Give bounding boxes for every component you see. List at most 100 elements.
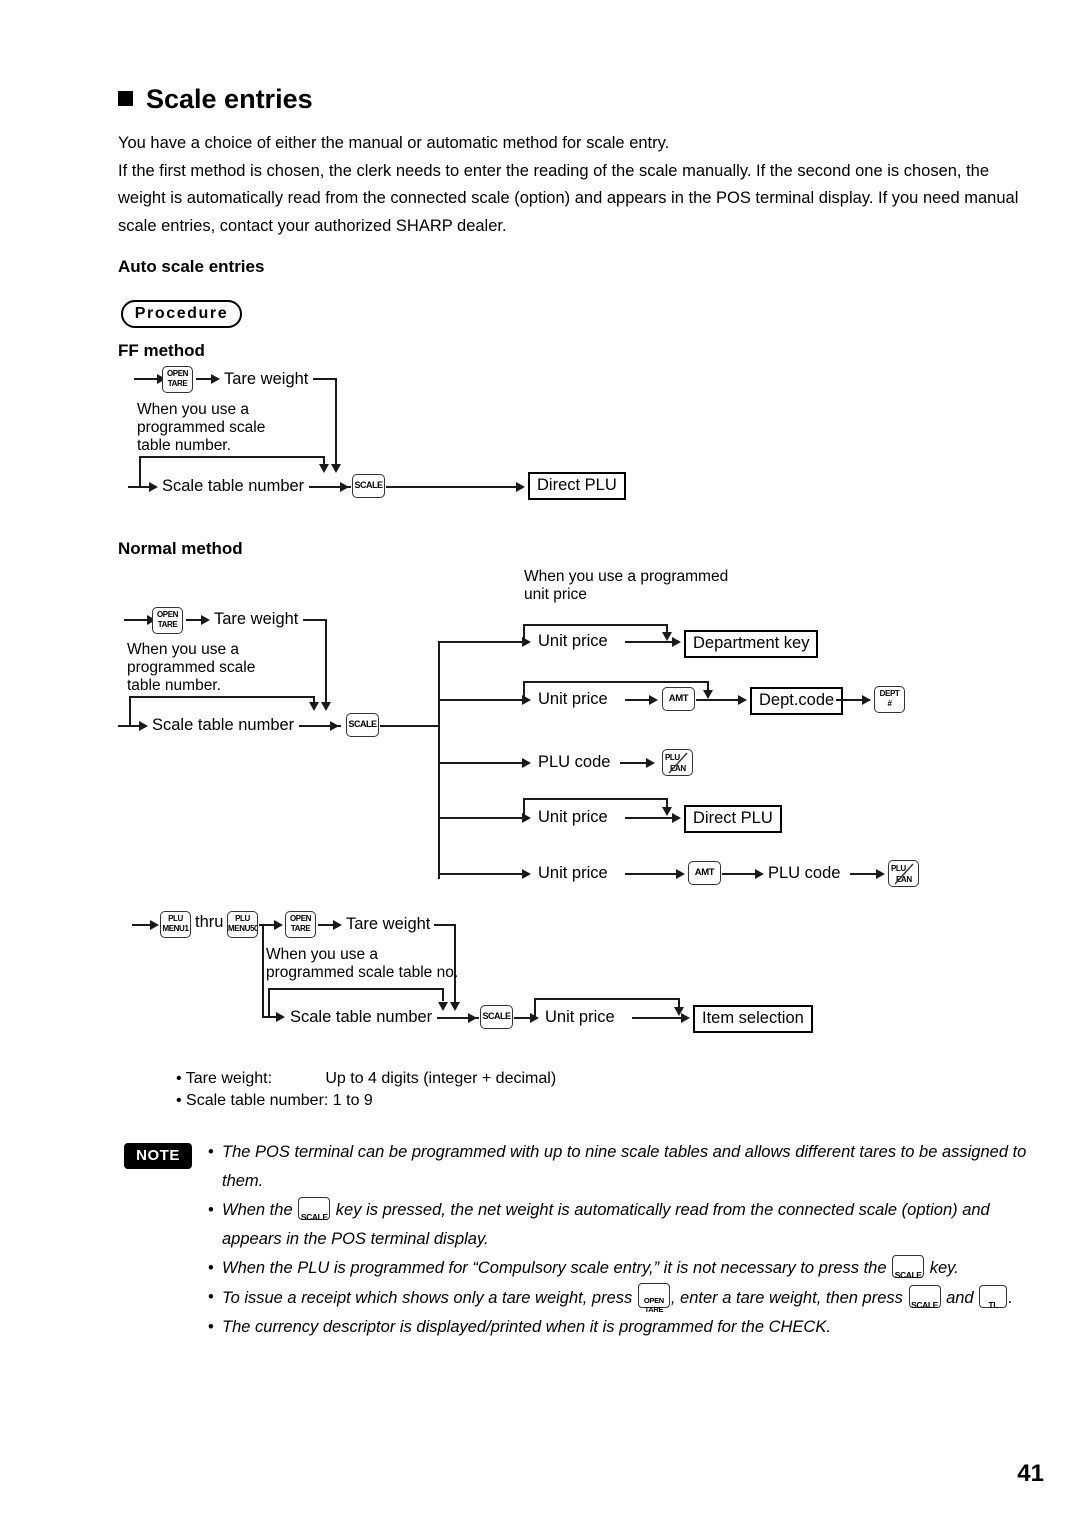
key-line-2: TARE xyxy=(157,620,178,629)
nm-entry-line xyxy=(124,619,148,621)
mm-scale-key[interactable]: SCALE xyxy=(480,1005,513,1029)
ff-tare-weight-label: Tare weight xyxy=(224,370,309,388)
mm-programmed-note: When you use a programmed scale table no… xyxy=(266,946,526,982)
nm-open-tare-key[interactable]: OPEN TARE xyxy=(152,607,183,634)
ff-scale-key[interactable]: SCALE xyxy=(352,474,385,498)
ff-note-bracket-arrow-icon xyxy=(319,464,329,473)
ff-tare-out-line xyxy=(313,378,337,380)
key-line-1: SCALE xyxy=(300,1212,328,1222)
mm-plu-menu1-key[interactable]: PLU MENU1 xyxy=(160,911,191,938)
nm-branch3-plu-ean-key[interactable]: PLU EAN xyxy=(662,749,693,776)
nm-dept-code-box: Dept.code xyxy=(750,687,844,715)
nm-dept-hash-key[interactable]: DEPT # xyxy=(874,686,905,713)
note-bullet-icon: • xyxy=(208,1201,214,1219)
mm-menu-down-line xyxy=(262,924,264,1018)
ff-stn-arrow-icon xyxy=(340,482,349,492)
nm-unit-price-note: When you use a programmed unit price xyxy=(524,568,804,604)
mm-note-bracket-top xyxy=(268,988,444,990)
mm-open-tare-key[interactable]: OPEN TARE xyxy=(285,911,316,938)
intro-line-2: If the first method is chosen, the clerk… xyxy=(118,161,1019,235)
mm-plu-menu50-key[interactable]: PLU MENU50 xyxy=(227,911,258,938)
note-scale-key-2[interactable]: SCALE xyxy=(892,1255,925,1280)
mm-bypass-top xyxy=(534,998,680,1000)
nm-branch4-line xyxy=(438,817,528,819)
nm-branch4-bypass-top xyxy=(523,798,668,800)
nm-note-line-3: table number. xyxy=(127,677,221,694)
nm-tare-down-arrow-icon xyxy=(321,702,331,711)
nm-branch5-plu-code-label: PLU code xyxy=(768,864,841,882)
mm-note-bracket-arrow-icon xyxy=(438,1002,448,1011)
note-item-4-text-c: and xyxy=(941,1289,979,1307)
ff-method-heading: FF method xyxy=(118,341,205,360)
note-item-1-text: The POS terminal can be programmed with … xyxy=(222,1143,1027,1190)
auto-scale-entries-heading: Auto scale entries xyxy=(118,257,265,276)
note-scale-key-3[interactable]: SCALE xyxy=(908,1285,941,1310)
note-scale-key-1[interactable]: SCALE xyxy=(298,1197,331,1222)
intro-line-1: You have a choice of either the manual o… xyxy=(118,134,670,152)
nm-branch5-amt-key[interactable]: AMT xyxy=(688,861,721,885)
nm-branch5-unit-price-label: Unit price xyxy=(538,864,608,882)
note-bullet-icon: • xyxy=(208,1318,214,1336)
mm-tare-weight-label: Tare weight xyxy=(346,915,431,933)
note-item-5-text: The currency descriptor is displayed/pri… xyxy=(222,1318,831,1336)
key-line-1: OPEN xyxy=(166,369,189,378)
nm-branch1-to-dept-line xyxy=(625,641,677,643)
nm-note-line-2: programmed scale xyxy=(127,659,256,676)
nm-branch3-pluean-arrow-icon xyxy=(646,758,655,768)
key-line-1: PLU xyxy=(168,914,183,923)
key-line-1: OPEN xyxy=(156,610,179,619)
key-line-1: SCALE xyxy=(482,1011,511,1021)
ff-scale-table-number-label: Scale table number xyxy=(162,477,305,495)
mm-stn-arrow-icon xyxy=(468,1013,477,1023)
nm-unit-price-note-line-1: When you use a programmed xyxy=(524,568,729,585)
ff-stn-entry-arrow-icon xyxy=(149,482,158,492)
note-item-2-text-a: When the xyxy=(222,1201,298,1219)
nm-branch5-plu-ean-key[interactable]: PLU EAN xyxy=(888,860,919,887)
note-item-4-text-d: . xyxy=(1008,1289,1013,1307)
nm-branch2-bypass-arrow-icon xyxy=(703,690,713,699)
nm-branch1-bypass-arrow-icon xyxy=(662,632,672,641)
section-title-text: Scale entries xyxy=(146,84,313,114)
mm-arrow-tare-icon xyxy=(333,920,342,930)
nm-programmed-note: When you use a programmed scale table nu… xyxy=(127,641,327,695)
nm-branch1-bypass-top xyxy=(523,624,668,626)
slash-icon xyxy=(668,752,688,774)
note-tl-key[interactable]: TL xyxy=(979,1285,1008,1310)
page-title: Scale entries xyxy=(118,84,313,115)
key-line-1: OPEN xyxy=(289,914,312,923)
nm-tare-out-line xyxy=(303,619,327,621)
nm-branch4-to-directplu-line xyxy=(625,817,677,819)
nm-branch1-line xyxy=(438,641,528,643)
mm-tare-out-line xyxy=(434,924,456,926)
nm-branch4-bypass-arrow-icon xyxy=(662,807,672,816)
nm-branch4-direct-plu-box: Direct PLU xyxy=(684,805,782,833)
mm-tare-down-arrow-icon xyxy=(450,1002,460,1011)
nm-branch5-arrow-icon xyxy=(522,869,531,879)
nm-branch2-amt-key[interactable]: AMT xyxy=(662,687,695,711)
mm-entry-arrow-icon xyxy=(150,920,159,930)
nm-distribution-bus xyxy=(438,641,440,879)
key-line-2: MENU1 xyxy=(162,924,189,933)
nm-branch5-to-amt-line xyxy=(625,873,681,875)
intro-paragraphs: You have a choice of either the manual o… xyxy=(118,130,1026,240)
ff-open-tare-key[interactable]: OPEN TARE xyxy=(162,366,193,393)
mm-unit-price-label: Unit price xyxy=(545,1008,615,1026)
note-bullet-icon: • xyxy=(208,1259,214,1277)
note-item-4: • To issue a receipt which shows only a … xyxy=(208,1283,1038,1314)
ff-note-line-1: When you use a xyxy=(137,401,250,418)
nm-branch5-plucode-arrow-icon xyxy=(755,869,764,879)
nm-note-bracket-left xyxy=(129,696,131,725)
key-line-2: MENU50 xyxy=(228,924,258,933)
ff-arrow-tare-icon xyxy=(211,374,220,384)
note-open-tare-key[interactable]: OPEN TARE xyxy=(637,1283,670,1314)
mm-scale-table-number-label: Scale table number xyxy=(290,1008,433,1026)
mm-note-bracket-right xyxy=(442,988,444,1001)
nm-branch3-plu-code-label: PLU code xyxy=(538,753,611,771)
nm-branch2-depthash-arrow-icon xyxy=(862,695,871,705)
slash-icon xyxy=(894,863,914,885)
nm-scale-key[interactable]: SCALE xyxy=(346,713,379,737)
ff-direct-plu-box: Direct PLU xyxy=(528,472,626,500)
note-bullet-icon: • xyxy=(208,1143,214,1161)
mm-note-line-2: programmed scale table no. xyxy=(266,964,459,981)
nm-branch3-line xyxy=(438,762,528,764)
